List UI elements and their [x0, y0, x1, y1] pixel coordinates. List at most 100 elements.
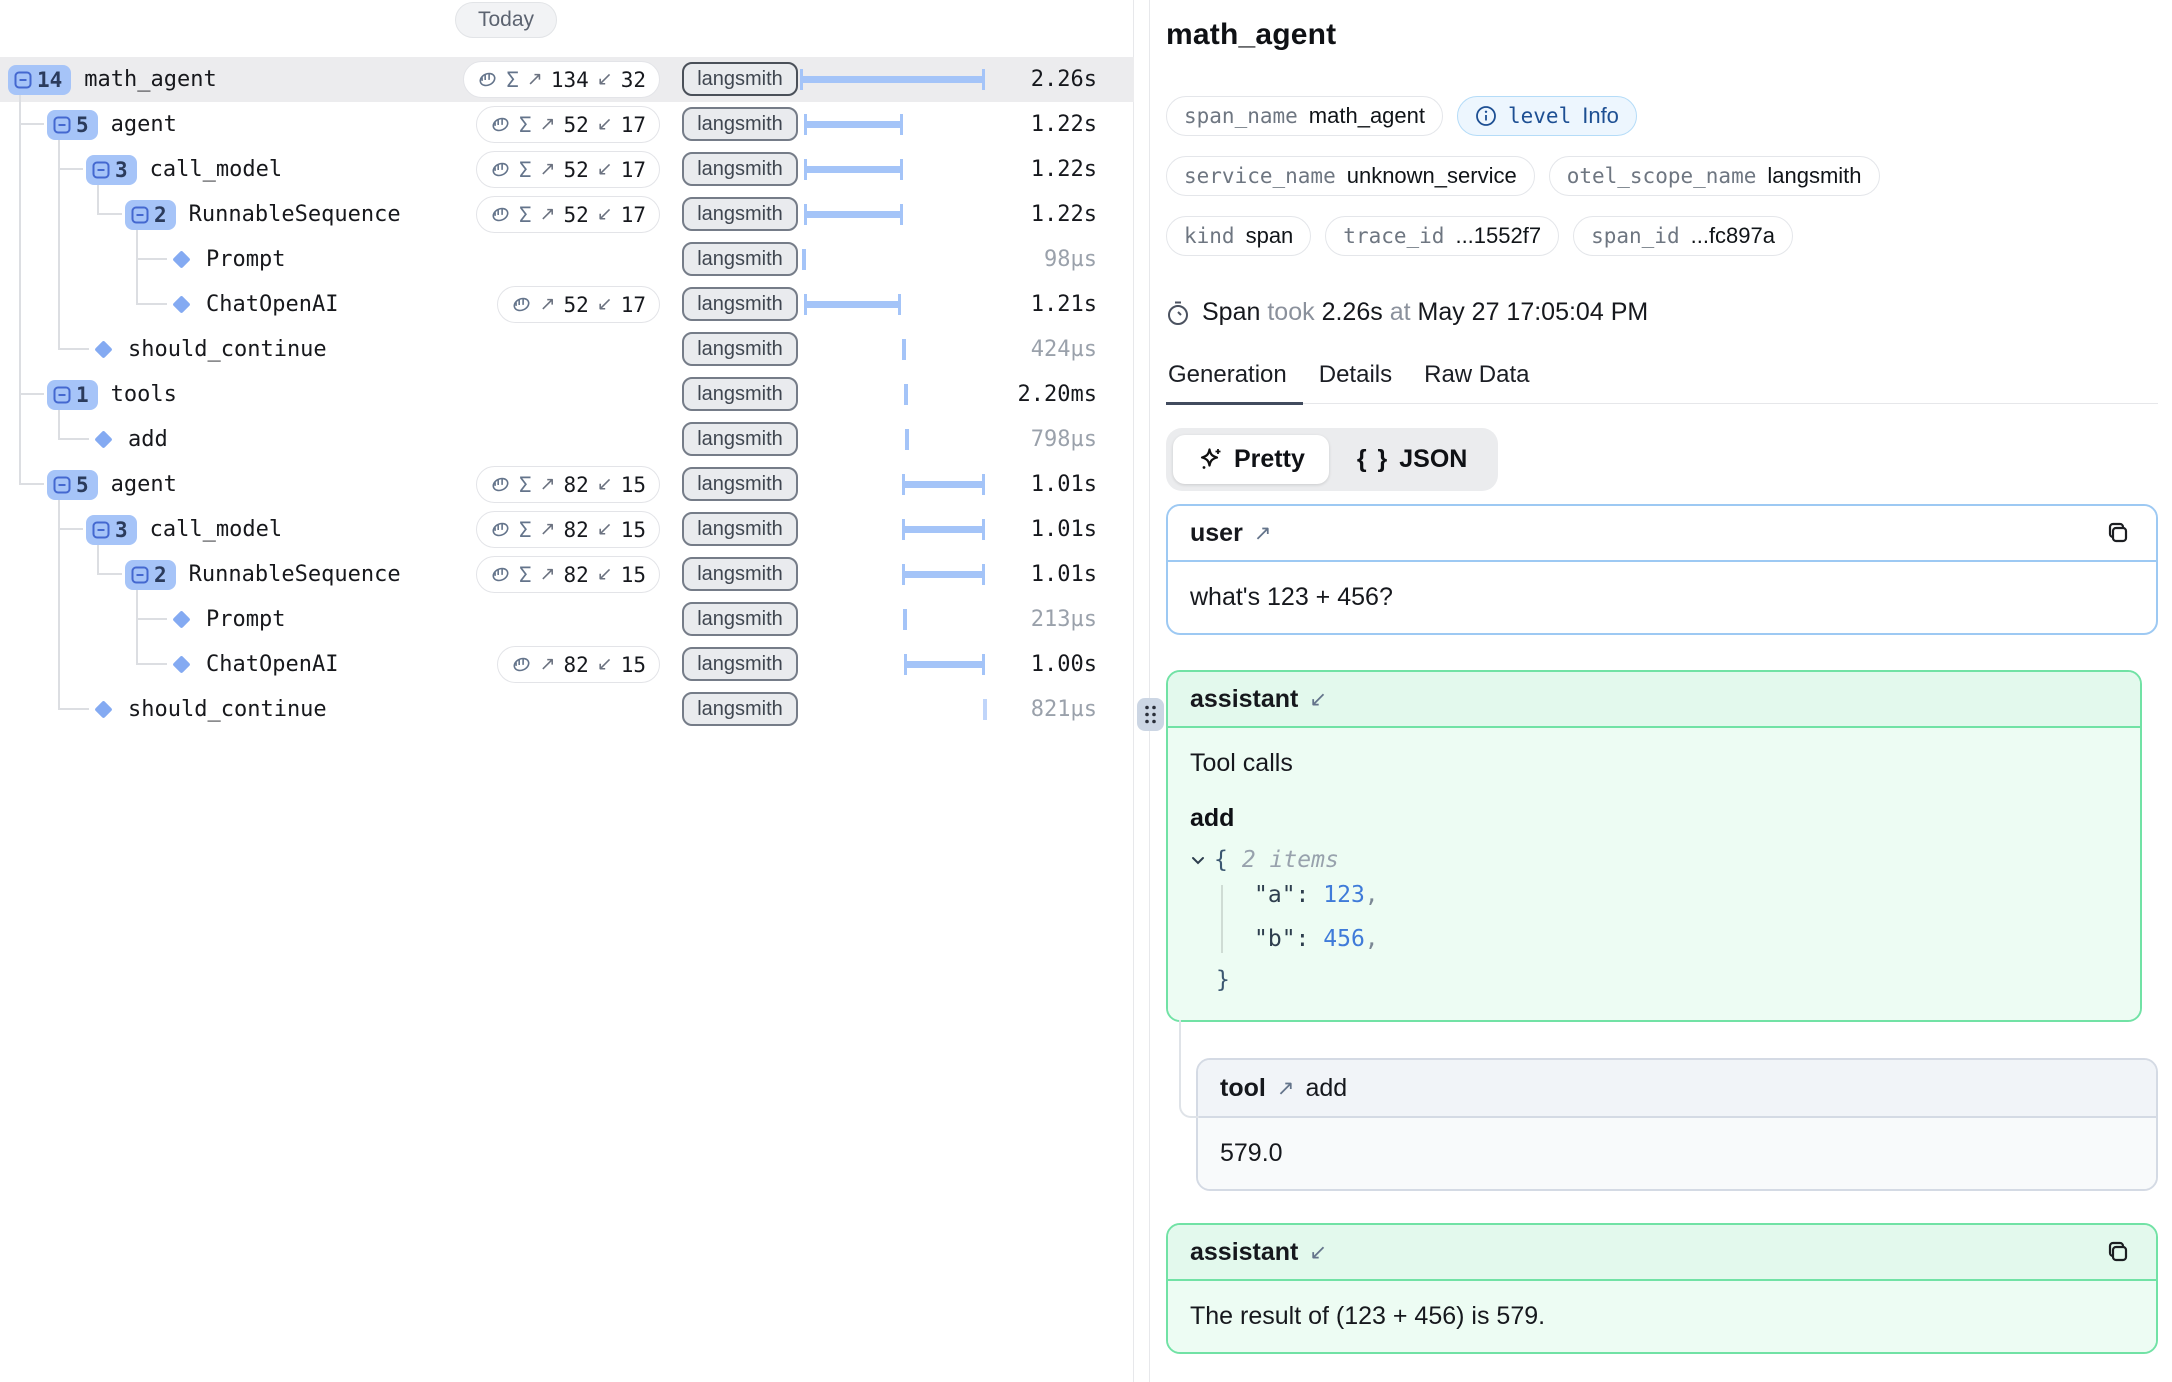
view-toggle-pretty[interactable]: Pretty — [1173, 435, 1329, 484]
expand-count-badge[interactable]: 2 — [125, 560, 176, 590]
tree-connector — [58, 708, 89, 710]
copy-button[interactable] — [2102, 517, 2134, 549]
tool-args-json: {2 items"a": 123,"b": 456,} — [1190, 847, 2118, 999]
arrow-down-left-icon: ↙ — [597, 158, 613, 181]
duration-tick — [905, 429, 909, 450]
expand-count-badge[interactable]: 5 — [47, 110, 98, 140]
arrow-down-left-icon: ↙ — [597, 113, 613, 136]
pill-value: math_agent — [1309, 103, 1425, 129]
tree-connector — [58, 140, 60, 349]
trace-waterfall-tree: 14math_agentΣ↗134↙32langsmith2.26s5agent… — [0, 0, 1133, 1382]
trace-row[interactable]: should_continuelangsmith424µs — [0, 327, 1134, 372]
expand-count-badge[interactable]: 5 — [47, 470, 98, 500]
expand-count-badge[interactable]: 3 — [86, 515, 137, 545]
output-tokens: 17 — [621, 113, 646, 137]
expand-count-badge[interactable]: 1 — [47, 380, 98, 410]
attribute-pill-span-name: span_name math_agent — [1166, 96, 1443, 136]
langsmith-tag: langsmith — [682, 332, 798, 366]
attribute-pill-span-id: span_id...fc897a — [1573, 216, 1793, 256]
span-name: Prompt — [206, 607, 285, 632]
assistant-message-card: assistant↙Tool callsadd{2 items"a": 123,… — [1166, 670, 2142, 1022]
span-name: should_continue — [128, 337, 327, 362]
tab-raw-data[interactable]: Raw Data — [1408, 361, 1545, 403]
trace-row[interactable]: addlangsmith798µs — [0, 417, 1134, 462]
langsmith-tag: langsmith — [682, 692, 798, 726]
diamond-icon — [172, 295, 190, 313]
tool-message-card: tool↗add579.0 — [1196, 1058, 2158, 1191]
tab-details[interactable]: Details — [1303, 361, 1408, 403]
arrow-up-right-icon: ↗ — [540, 158, 556, 181]
expand-count-badge[interactable]: 3 — [86, 155, 137, 185]
page-title: math_agent — [1166, 18, 2158, 52]
json-indent-guide — [1221, 885, 1223, 953]
json-open-brace: { — [1214, 847, 1228, 873]
tab-generation[interactable]: Generation — [1166, 361, 1303, 403]
pill-value: Info — [1582, 103, 1619, 129]
input-tokens: 52 — [563, 113, 588, 137]
trace-row[interactable]: 2RunnableSequenceΣ↗82↙15langsmith1.01s — [0, 552, 1134, 597]
trace-row[interactable]: 3call_modelΣ↗52↙17langsmith1.22s — [0, 147, 1134, 192]
sigma-icon: Σ — [519, 158, 532, 182]
trace-row[interactable]: ChatOpenAI↗82↙15langsmith1.00s — [0, 642, 1134, 687]
span-name: Prompt — [206, 247, 285, 272]
arrow-down-left-icon: ↙ — [597, 473, 613, 496]
trace-row[interactable]: should_continuelangsmith821µs — [0, 687, 1134, 732]
pill-key: otel_scope_name — [1567, 164, 1757, 188]
pill-key: span_name — [1184, 104, 1298, 128]
minus-square-icon — [131, 206, 149, 224]
tree-connector — [19, 123, 44, 125]
message-text: what's 123 + 456? — [1190, 583, 1393, 611]
trace-row[interactable]: Promptlangsmith213µs — [0, 597, 1134, 642]
trace-row[interactable]: 1toolslangsmith2.20ms — [0, 372, 1134, 417]
span-name: call_model — [150, 517, 282, 542]
trace-row[interactable]: Prompt langsmith 98µs — [0, 237, 1134, 282]
input-tokens: 52 — [563, 293, 588, 317]
arrow-up-right-icon: ↗ — [540, 293, 556, 316]
pill-key: service_name — [1184, 164, 1336, 188]
duration-label: 98µs — [1044, 247, 1097, 272]
expand-count-badge[interactable]: 2 — [125, 200, 176, 230]
langsmith-tag: langsmith — [682, 422, 798, 456]
trace-row[interactable]: 5agentΣ↗82↙15langsmith1.01s — [0, 462, 1134, 507]
info-icon — [1475, 105, 1497, 127]
detail-tabs: GenerationDetailsRaw Data — [1166, 361, 2158, 404]
diamond-icon — [94, 340, 112, 358]
child-count: 2 — [154, 563, 167, 587]
tree-connector — [136, 303, 167, 305]
pill-value: span — [1246, 223, 1294, 249]
span-duration-line: Span took 2.26s at May 27 17:05:04 PM — [1166, 298, 2158, 327]
token-usage-badge: Σ↗134↙32 — [463, 61, 660, 98]
chevron-down-icon — [1190, 852, 1206, 868]
duration-label: 1.22s — [1031, 112, 1097, 137]
panel-resize-handle[interactable] — [1137, 698, 1164, 731]
child-count: 5 — [76, 113, 89, 137]
trace-row[interactable]: ChatOpenAI↗52↙17langsmith1.21s — [0, 282, 1134, 327]
message-body: what's 123 + 456? — [1168, 562, 2156, 633]
duration-bar — [905, 661, 984, 668]
trace-row[interactable]: 3call_modelΣ↗82↙15langsmith1.01s — [0, 507, 1134, 552]
langsmith-tag: langsmith — [682, 197, 798, 231]
view-toggle-json[interactable]: { }JSON — [1333, 435, 1492, 484]
copy-button[interactable] — [2102, 1236, 2134, 1268]
message-text: The result of (123 + 456) is 579. — [1190, 1302, 1545, 1330]
token-usage-badge: ↗82↙15 — [497, 646, 660, 683]
langsmith-tag: langsmith — [682, 467, 798, 501]
trace-row[interactable]: 14math_agentΣ↗134↙32langsmith2.26s — [0, 57, 1134, 102]
tree-connector — [58, 168, 83, 170]
json-collapse-toggle[interactable] — [1190, 852, 1206, 868]
langsmith-tag: langsmith — [682, 242, 798, 276]
sigma-icon: Σ — [519, 518, 532, 542]
spacer — [1166, 635, 2158, 670]
message-role: user — [1190, 519, 1243, 548]
view-mode-toggle: Pretty{ }JSON — [1166, 428, 1498, 491]
generation-messages: user↗what's 123 + 456?assistant↙Tool cal… — [1166, 504, 2158, 1354]
expand-count-badge[interactable]: 14 — [8, 65, 71, 95]
trace-row[interactable]: 5agentΣ↗52↙17langsmith1.22s — [0, 102, 1134, 147]
trace-row[interactable]: 2RunnableSequenceΣ↗52↙17langsmith1.22s — [0, 192, 1134, 237]
duration-label: 1.21s — [1031, 292, 1097, 317]
tree-connector — [136, 618, 167, 620]
span-name: ChatOpenAI — [206, 652, 338, 677]
output-tokens: 15 — [621, 473, 646, 497]
span-name: RunnableSequence — [189, 202, 401, 227]
tool-call-name: add — [1305, 1074, 1347, 1103]
